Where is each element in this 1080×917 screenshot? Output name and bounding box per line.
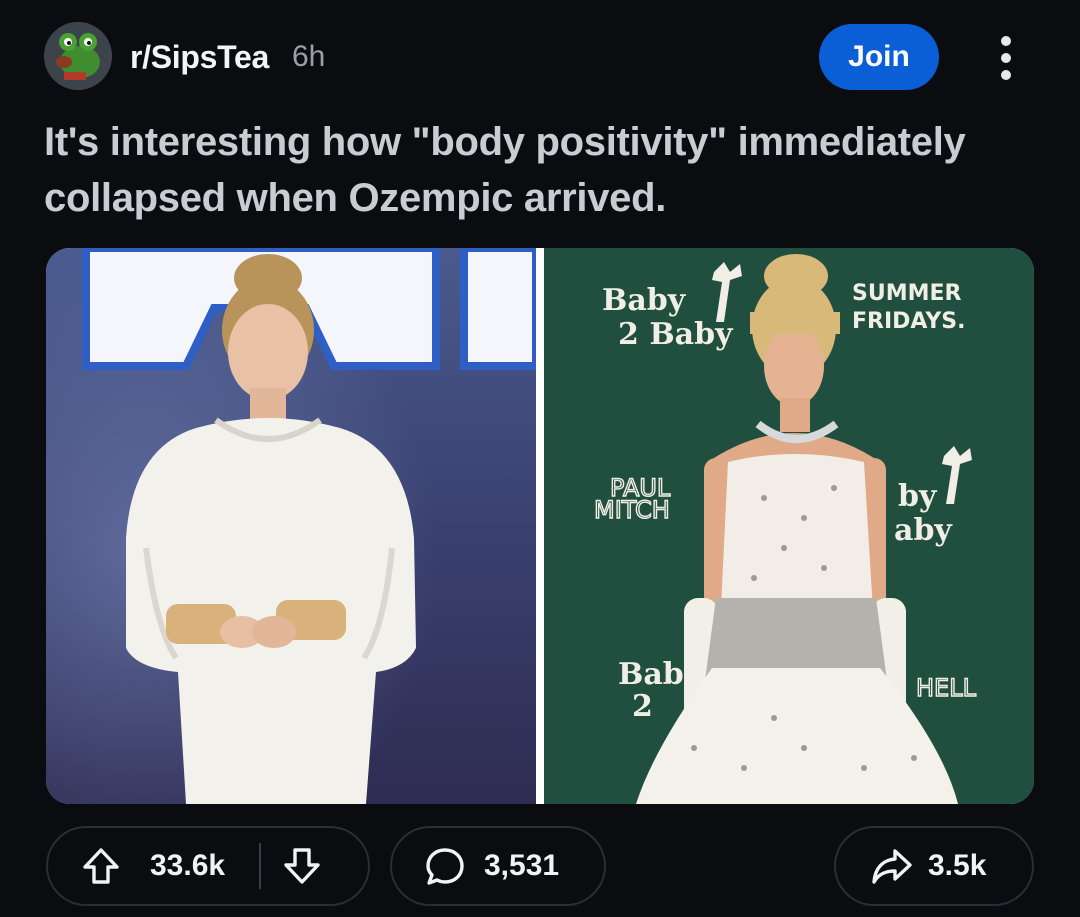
- more-options-icon[interactable]: [986, 30, 1026, 86]
- share-count: 3.5k: [928, 849, 987, 882]
- share-arrow-icon: [870, 845, 914, 887]
- speech-bubble-icon: [424, 845, 466, 887]
- vote-divider: [259, 843, 262, 889]
- sign-partial-logo-line2: aby: [894, 513, 953, 548]
- vote-bar: 33.6k: [46, 826, 370, 906]
- upvote-count: 33.6k: [150, 849, 226, 882]
- sign-mitchell-partial: HELL: [916, 674, 977, 702]
- sign-logo-line2: 2 Baby: [618, 317, 734, 352]
- share-button[interactable]: 3.5k: [834, 826, 1034, 906]
- comments-button[interactable]: 3,531: [390, 826, 606, 906]
- post-title: It's interesting how "body positivity" i…: [44, 120, 966, 220]
- post-image[interactable]: Baby 2 Baby by aby Bab 2 SUMMER FRIDAYS.…: [46, 248, 1034, 804]
- post-header: r/SipsTea 6h Join: [44, 22, 1034, 94]
- join-button[interactable]: Join: [819, 24, 939, 90]
- right-photo: Baby 2 Baby by aby Bab 2 SUMMER FRIDAYS.…: [544, 248, 1034, 804]
- sign-sponsor-line1: SUMMER: [852, 281, 962, 306]
- sign-bottom-logo-line1: Bab: [618, 657, 684, 692]
- dot: [1001, 53, 1011, 63]
- sign-paul-line2: MITCH: [594, 496, 670, 524]
- frog-avatar-icon: [44, 22, 112, 90]
- post-actions: 33.6k 3,531 3.5k: [46, 826, 1034, 906]
- subreddit-name[interactable]: r/SipsTea: [130, 39, 269, 76]
- dot: [1001, 36, 1011, 46]
- sign-logo-line1: Baby: [602, 283, 687, 318]
- left-photo: [46, 248, 536, 804]
- dot: [1001, 70, 1011, 80]
- sign-partial-logo-line1: by: [898, 479, 938, 514]
- sign-sponsor-line2: FRIDAYS.: [852, 309, 965, 334]
- arrow-down-icon[interactable]: [281, 845, 323, 887]
- sign-bottom-logo-line2: 2: [632, 689, 653, 724]
- comment-count: 3,531: [484, 849, 560, 882]
- arrow-up-icon[interactable]: [80, 845, 122, 887]
- post-timestamp: 6h: [292, 40, 326, 73]
- subreddit-avatar[interactable]: [44, 22, 112, 90]
